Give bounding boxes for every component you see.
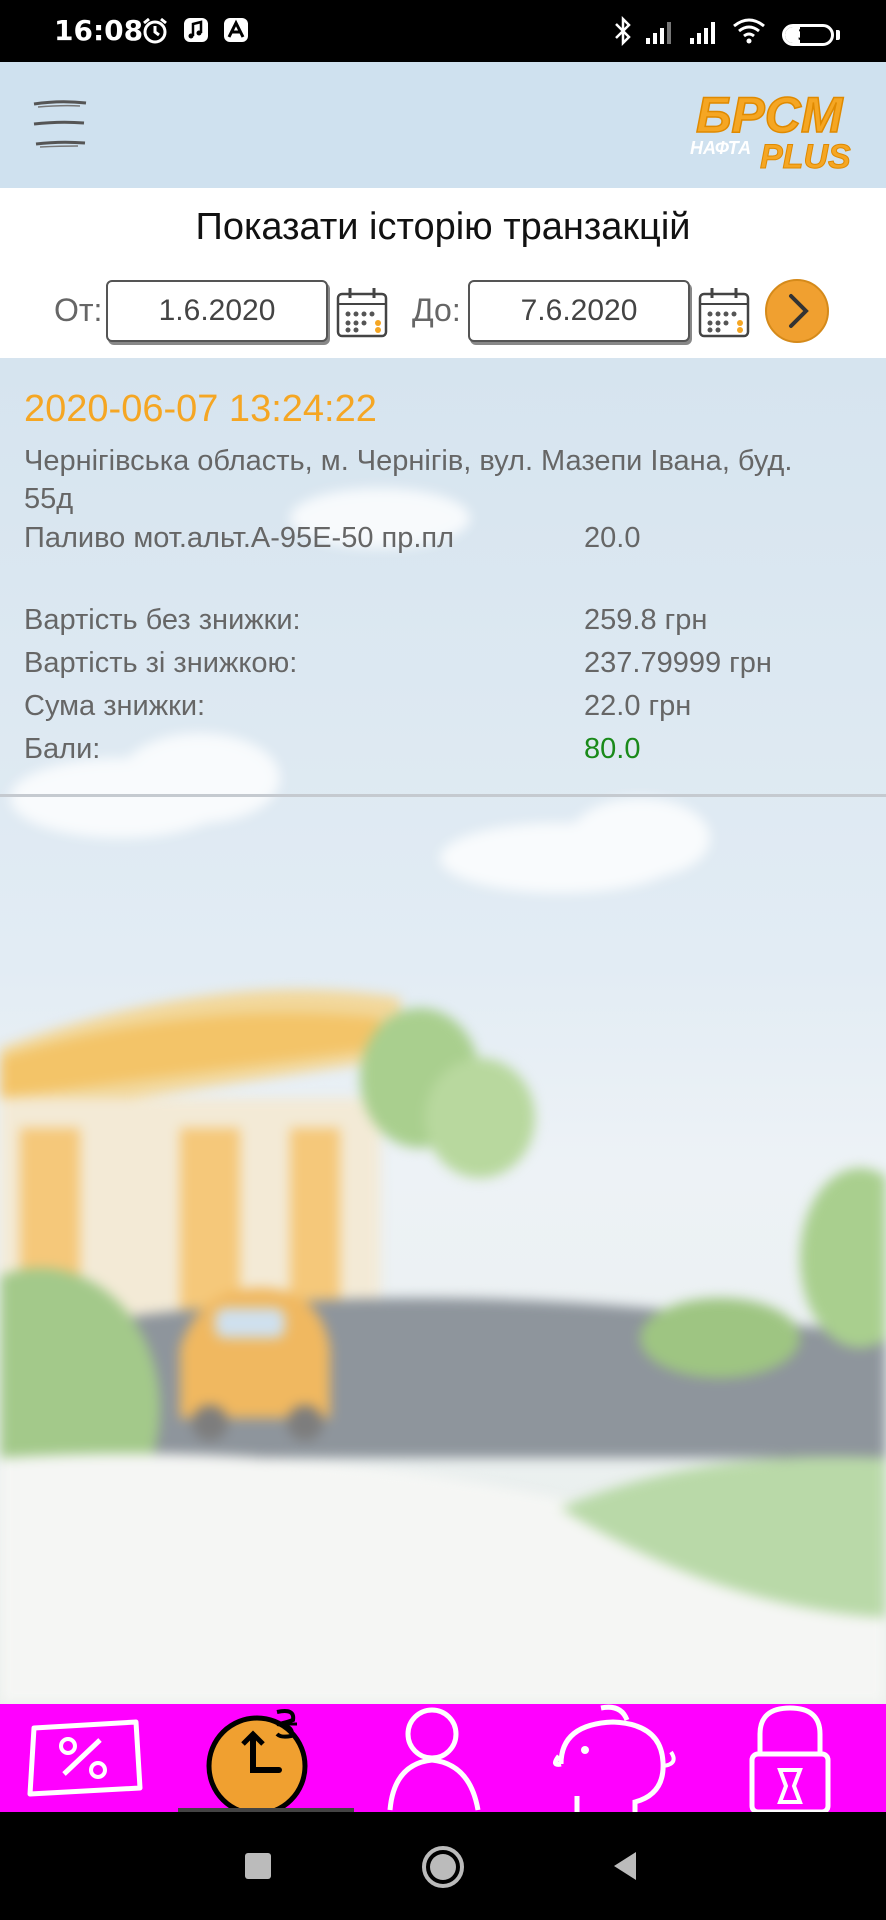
status-time: 16:08	[54, 14, 144, 47]
system-navigation-bar	[0, 1812, 886, 1920]
nav-lock[interactable]	[708, 1704, 885, 1812]
price-no-discount-value: 259.8 грн	[584, 604, 708, 636]
transaction-datetime: 2020-06-07 13:24:22	[24, 388, 377, 430]
from-date-field[interactable]: 1.6.2020	[106, 280, 328, 342]
to-label: До:	[412, 292, 461, 328]
discount-sum-label: Сума знижки:	[24, 690, 206, 722]
piggy-bank-icon	[553, 1704, 676, 1812]
home-circle-icon[interactable]	[418, 1842, 468, 1892]
signal-icon	[646, 22, 671, 44]
nav-savings[interactable]	[531, 1704, 708, 1812]
price-no-discount-label: Вартість без знижки:	[24, 604, 301, 636]
transaction-card[interactable]: 2020-06-07 13:24:22 Чернігівська область…	[0, 358, 886, 797]
history-clock-icon	[206, 1709, 308, 1812]
points-label: Бали:	[24, 733, 101, 765]
signal-icon	[690, 22, 715, 44]
alarm-icon	[143, 17, 167, 44]
app-icon	[224, 18, 248, 42]
recents-square-icon[interactable]	[240, 1848, 276, 1884]
bluetooth-icon	[615, 16, 631, 46]
logo-main-text: БРСМ	[696, 87, 844, 143]
discount-coupon-icon	[27, 1719, 143, 1797]
wifi-icon	[733, 18, 765, 44]
profile-icon	[387, 1707, 481, 1811]
calendar-icon[interactable]	[334, 284, 390, 340]
fuel-quantity: 20.0	[584, 522, 641, 554]
transaction-address: Чернігівська область, м. Чернігів, вул. …	[24, 445, 793, 515]
price-with-discount-label: Вартість зі знижкою:	[24, 647, 298, 679]
lock-icon	[749, 1705, 831, 1812]
hamburger-menu-icon[interactable]	[30, 94, 92, 154]
chevron-right-icon[interactable]	[764, 278, 830, 344]
divider	[0, 794, 886, 797]
points-value: 80.0	[584, 733, 641, 765]
fuel-name: Паливо мот.альт.А-95Е-50 пр.пл	[24, 522, 455, 554]
app-header: БРСМ НАФТА PLUS	[0, 62, 886, 188]
date-filter: Показати історію транзакцій От: 1.6.2020…	[0, 188, 886, 358]
nav-profile[interactable]	[354, 1704, 531, 1812]
nav-history[interactable]	[177, 1704, 354, 1812]
from-label: От:	[54, 292, 103, 328]
music-app-icon	[184, 18, 208, 42]
battery-tip	[836, 30, 840, 40]
battery-percent: 33	[797, 26, 819, 44]
logo-small-text: НАФТА	[690, 138, 751, 158]
discount-sum-value: 22.0 грн	[584, 690, 692, 722]
to-date-field[interactable]: 7.6.2020	[468, 280, 690, 342]
battery-icon: 33	[782, 24, 834, 46]
back-triangle-icon[interactable]	[606, 1846, 646, 1886]
page-title: Показати історію транзакцій	[195, 206, 691, 248]
status-bar: 16:08 33	[0, 0, 886, 62]
logo-plus-text: PLUS	[760, 138, 851, 172]
bottom-navigation	[0, 1704, 886, 1812]
price-with-discount-value: 237.79999 грн	[584, 647, 772, 679]
brand-logo: БРСМ НАФТА PLUS	[690, 86, 852, 172]
nav-discounts[interactable]	[0, 1704, 177, 1812]
calendar-icon[interactable]	[696, 284, 752, 340]
